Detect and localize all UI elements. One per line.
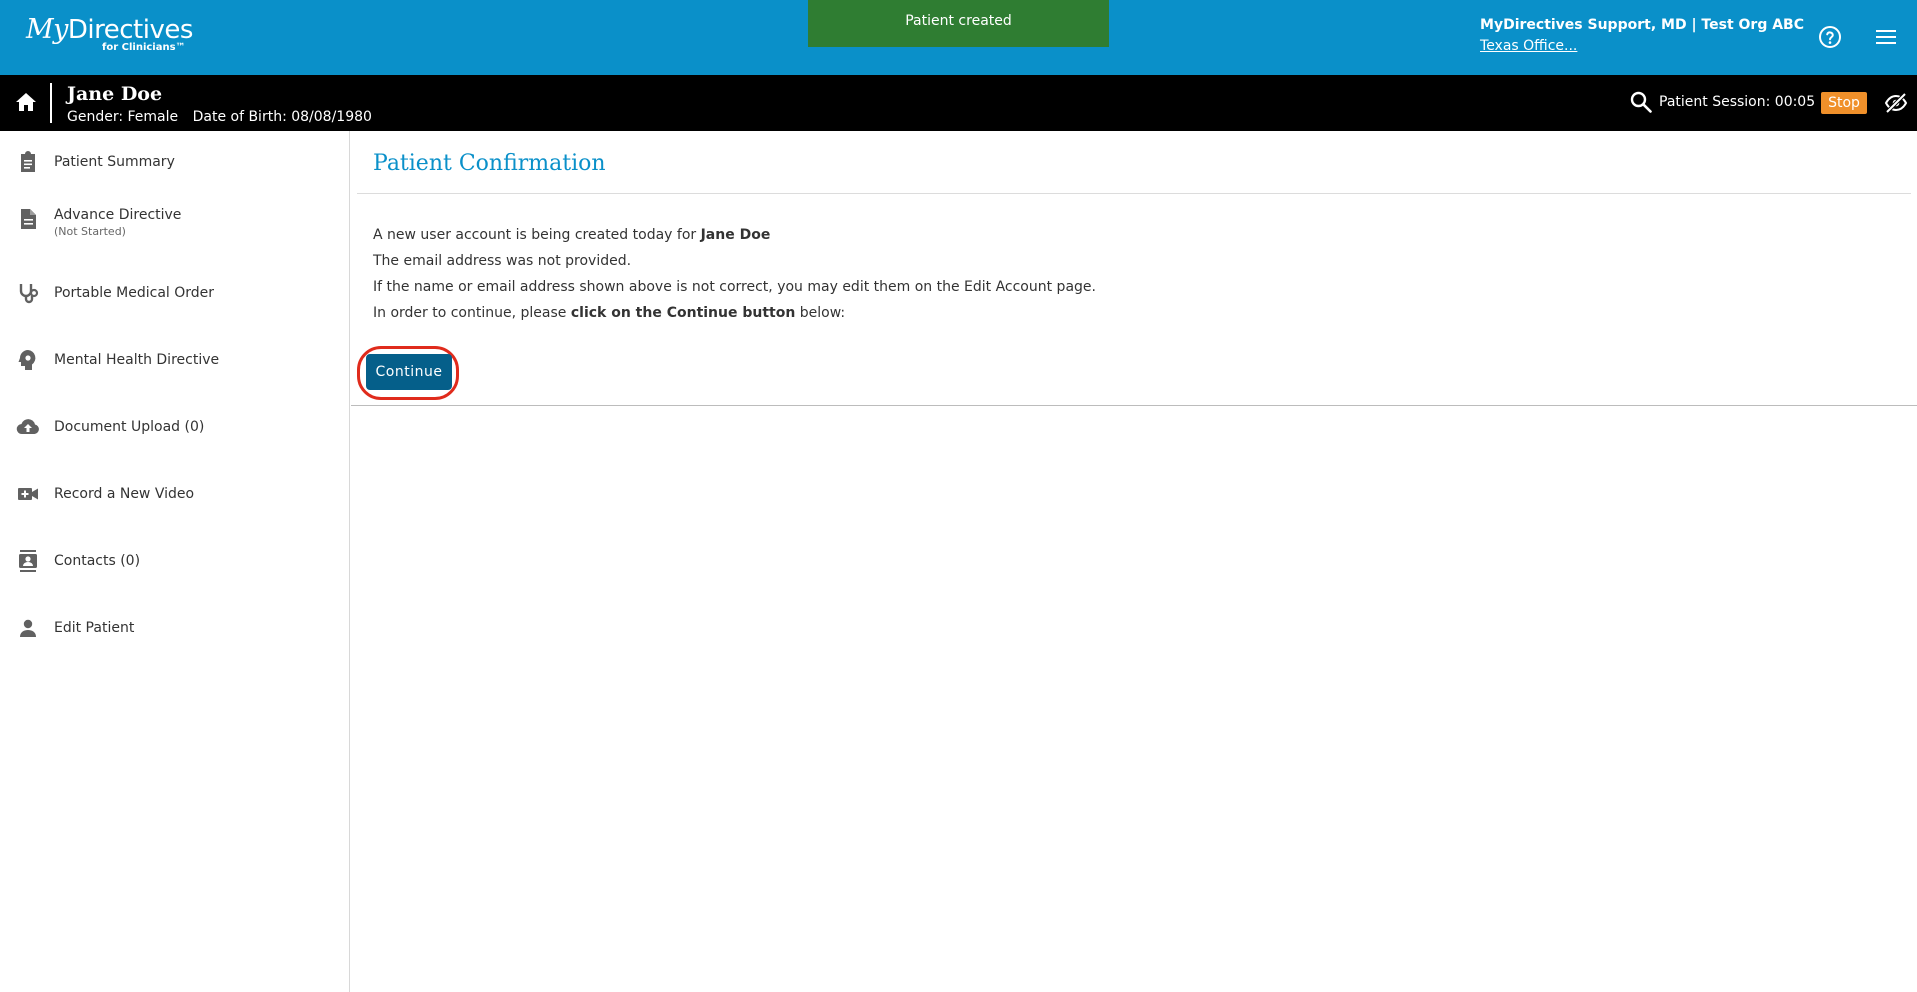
sidebar-item-label: Mental Health Directive [54,352,220,368]
sidebar-item-label: Patient Summary [54,154,175,170]
confirmation-line-edit-note: If the name or email address shown above… [373,279,1096,295]
instruction-bold: click on the Continue button [570,305,796,321]
user-name: MyDirectives Support, MD | Test Org ABC [1480,17,1804,33]
clipboard-icon [21,151,35,172]
main-content: Patient Confirmation A new user account … [351,131,1917,406]
instruction-suffix: below: [795,305,846,321]
help-icon[interactable] [1818,25,1842,49]
mydirectives-logo[interactable]: MyDirectives for Clinicians™ [26,14,194,53]
video-plus-icon [18,488,38,500]
top-header: MyDirectives for Clinicians™ Patient cre… [0,0,1917,75]
sidebar-item-portable-medical-order[interactable]: Portable Medical Order [0,264,349,318]
sidebar-item-label: Edit Patient [54,620,135,636]
sidebar-item-status: (Not Started) [54,225,126,238]
toast-notification: Patient created [808,0,1109,47]
page-title: Patient Confirmation [373,151,606,176]
logo-text-my: My [26,14,68,45]
home-icon[interactable] [14,91,38,113]
stethoscope-icon [19,284,39,304]
sidebar-item-label: Advance Directive [54,207,182,223]
account-patient-name: Jane Doe [700,227,771,243]
sidebar-item-label: Record a New Video [54,486,195,502]
contacts-icon [19,550,37,572]
stop-session-button[interactable]: Stop [1821,92,1867,114]
head-gear-icon [18,350,36,370]
hamburger-menu-icon[interactable] [1875,27,1897,47]
sidebar-item-label: Document Upload (0) [54,419,205,435]
confirmation-line-email: The email address was not provided. [373,253,632,269]
person-icon [20,619,36,637]
eye-off-icon[interactable] [1884,92,1908,114]
title-divider [357,193,1911,194]
sidebar-item-contacts[interactable]: Contacts (0) [0,532,349,586]
sidebar-item-mental-health-directive[interactable]: Mental Health Directive [0,331,349,385]
cloud-upload-icon [16,419,39,435]
sidebar-item-label: Portable Medical Order [54,285,215,301]
logo-subtitle: for Clinicians™ [102,42,186,53]
patient-session-timer: Patient Session: 00:05 [1659,94,1816,110]
sidebar-item-edit-patient[interactable]: Edit Patient [0,599,349,653]
sidebar-item-label: Contacts (0) [54,553,141,569]
sidebar-nav: Patient Summary Advance Directive (Not S… [0,131,350,992]
sidebar-item-document-upload[interactable]: Document Upload (0) [0,398,349,452]
sidebar-item-patient-summary[interactable]: Patient Summary [0,131,349,185]
search-icon[interactable] [1630,91,1652,113]
patient-demographics: Gender: Female Date of Birth: 08/08/1980 [67,109,372,125]
instruction-prefix: In order to continue, please [373,305,571,321]
patient-bar-divider [50,83,52,123]
office-link[interactable]: Texas Office... [1480,38,1577,54]
patient-gender: Gender: Female [67,109,179,125]
document-icon [21,209,36,229]
logo-text-directives: Directives [67,15,194,45]
patient-bar: Jane Doe Gender: Female Date of Birth: 0… [0,75,1917,131]
patient-name: Jane Doe [67,83,163,105]
sidebar-item-record-video[interactable]: Record a New Video [0,465,349,519]
sidebar-item-advance-directive[interactable]: Advance Directive (Not Started) [0,185,349,239]
account-text: A new user account is being created toda… [373,227,701,243]
patient-dob: Date of Birth: 08/08/1980 [192,109,372,125]
confirmation-line-instruction: In order to continue, please click on th… [373,305,845,321]
user-block: MyDirectives Support, MD | Test Org ABC … [1480,17,1804,54]
continue-button[interactable]: Continue [366,354,452,390]
confirmation-line-account: A new user account is being created toda… [373,227,770,243]
